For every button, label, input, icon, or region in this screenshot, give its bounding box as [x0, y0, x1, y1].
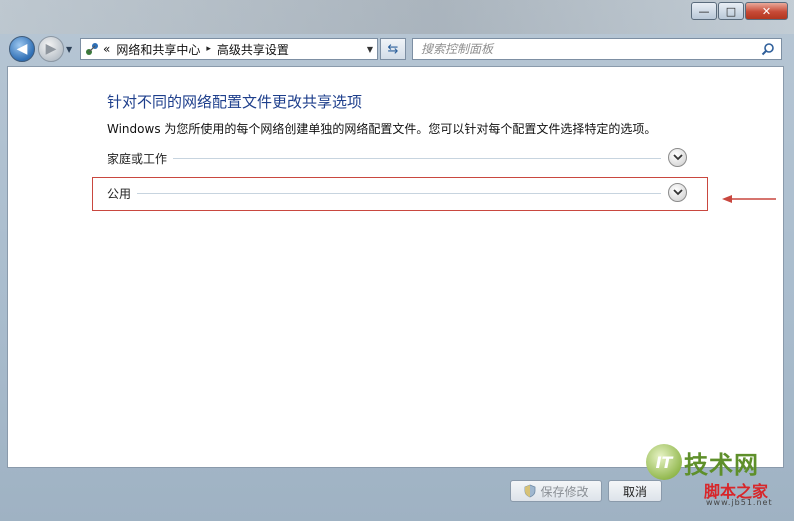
expand-home-or-work-button[interactable]	[668, 148, 687, 167]
save-changes-button[interactable]: 保存修改	[510, 480, 602, 502]
watermark-logo-row: IT 技术网	[646, 444, 759, 480]
address-bar[interactable]: « 网络和共享中心 ▸ 高级共享设置 ▼	[80, 38, 378, 60]
search-input[interactable]	[413, 41, 753, 57]
breadcrumb-separator-icon: ▸	[206, 44, 211, 54]
close-button[interactable]: ✕	[745, 2, 788, 20]
network-icon	[86, 43, 98, 55]
breadcrumb-advanced-sharing[interactable]: 高级共享设置	[217, 41, 289, 58]
navigation-bar: ◀ ▶ ▼ « 网络和共享中心 ▸ 高级共享设置 ▼ ⇆	[0, 34, 794, 64]
refresh-icon: ⇆	[387, 41, 399, 57]
section-public[interactable]: 公用	[107, 183, 687, 203]
annotation-arrow-icon	[722, 195, 776, 203]
minimize-button[interactable]: —	[691, 2, 717, 20]
cancel-label: 取消	[622, 484, 647, 499]
title-bar-background	[0, 0, 794, 34]
explorer-window: — □ ✕ ◀ ▶ ▼ « 网络和共享中心 ▸ 高级共享设置 ▼ ⇆ 搜索控制面…	[0, 0, 794, 521]
forward-arrow-icon: ▶	[45, 41, 57, 57]
section-label-public: 公用	[107, 185, 138, 202]
search-box	[412, 38, 782, 60]
watermark-site-name: 技术网	[684, 450, 759, 479]
content-pane: 针对不同的网络配置文件更改共享选项 Windows 为您所使用的每个网络创建单独…	[7, 66, 784, 468]
page-description: Windows 为您所使用的每个网络创建单独的网络配置文件。您可以针对每个配置文…	[107, 122, 657, 136]
watermark-logo: IT	[646, 444, 682, 480]
address-prefix: «	[103, 42, 111, 56]
page-title: 针对不同的网络配置文件更改共享选项	[107, 93, 363, 111]
section-divider	[107, 158, 661, 159]
section-divider	[107, 193, 661, 194]
back-arrow-icon: ◀	[16, 41, 28, 57]
breadcrumb-network-sharing-center[interactable]: 网络和共享中心	[116, 41, 200, 58]
site-watermark: IT 技术网 脚本之家 www.jb51.net	[646, 440, 790, 514]
search-icon[interactable]	[761, 42, 775, 56]
window-controls: — □ ✕	[690, 2, 788, 20]
title-bar: — □ ✕	[0, 0, 794, 34]
maximize-button[interactable]: □	[718, 2, 744, 20]
address-dropdown-icon[interactable]: ▼	[367, 45, 373, 54]
chevron-down-icon	[672, 154, 683, 161]
expand-public-button[interactable]	[668, 183, 687, 202]
section-label-home-or-work: 家庭或工作	[107, 150, 174, 167]
section-home-or-work[interactable]: 家庭或工作	[107, 148, 687, 168]
uac-shield-icon	[525, 484, 536, 498]
forward-button[interactable]: ▶	[38, 36, 64, 62]
recent-pages-dropdown-icon[interactable]: ▼	[66, 45, 72, 54]
save-changes-label: 保存修改	[540, 484, 589, 499]
watermark-url: www.jb51.net	[706, 498, 773, 507]
chevron-down-icon	[672, 189, 683, 196]
back-button[interactable]: ◀	[9, 36, 35, 62]
refresh-button[interactable]: ⇆	[380, 38, 406, 60]
